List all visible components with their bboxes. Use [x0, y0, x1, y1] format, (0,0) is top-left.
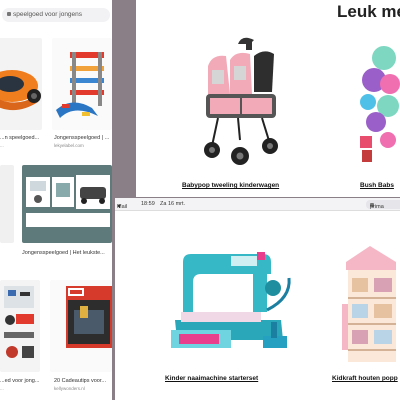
product-image-sewing-machine[interactable]	[171, 248, 297, 364]
result-source: kellywonders.nl	[54, 386, 85, 391]
result-source: ...	[0, 386, 4, 391]
status-bar: Mail 18:59 Za 16 mrt. prima	[115, 198, 400, 211]
back-label: Mail	[117, 204, 128, 210]
status-time: 18:59	[141, 201, 155, 207]
product-link[interactable]: Bush Babs	[360, 182, 400, 189]
product-link[interactable]: Kidkraft houten popp	[332, 375, 400, 382]
address-bar[interactable]: speelgoed voor jongens	[2, 8, 110, 22]
result-thumb-lego-box[interactable]	[50, 280, 112, 372]
product-image-bush-babies[interactable]	[354, 40, 400, 166]
result-thumb-partial[interactable]	[0, 165, 14, 243]
product-link[interactable]: Babypop tweeling kinderwagen	[182, 182, 302, 189]
product-image-dollhouse[interactable]	[340, 242, 400, 366]
result-title[interactable]: Jongensspeelgoed | Het leukste...	[22, 250, 112, 256]
result-thumb-race-car[interactable]	[0, 38, 42, 130]
result-source: lekyelabel.com	[54, 143, 84, 148]
status-date: Za 16 mrt.	[160, 201, 186, 207]
result-source: ...	[0, 143, 4, 148]
result-title[interactable]: ...n speelgoed...	[0, 135, 42, 141]
result-title[interactable]: Jongensspeelgoed | ...	[54, 135, 112, 141]
result-thumb-garage[interactable]	[52, 38, 112, 130]
shop-window-bottom: Mail 18:59 Za 16 mrt. prima Kinder naaim…	[115, 198, 400, 400]
shop-window-top: Leuk me Babypop tweeling kinderwagen Bus…	[136, 0, 400, 197]
product-image-twin-stroller[interactable]	[198, 34, 288, 168]
result-thumb-toy-set[interactable]	[22, 165, 112, 243]
result-title[interactable]: 20 Cadeautips voor...	[54, 378, 112, 384]
product-link[interactable]: Kinder naaimachine starterset	[165, 375, 285, 382]
lock-icon	[7, 12, 11, 16]
address-text: prima	[370, 204, 384, 210]
address-bar[interactable]: prima	[366, 200, 400, 210]
address-text: speelgoed voor jongens	[13, 11, 83, 18]
result-title[interactable]: ...ed voor jong...	[0, 378, 40, 384]
image-search-window: speelgoed voor jongens ...n speelgoed...…	[0, 0, 112, 400]
page-title: Leuk me	[337, 2, 400, 21]
result-thumb-tools[interactable]	[0, 280, 40, 372]
